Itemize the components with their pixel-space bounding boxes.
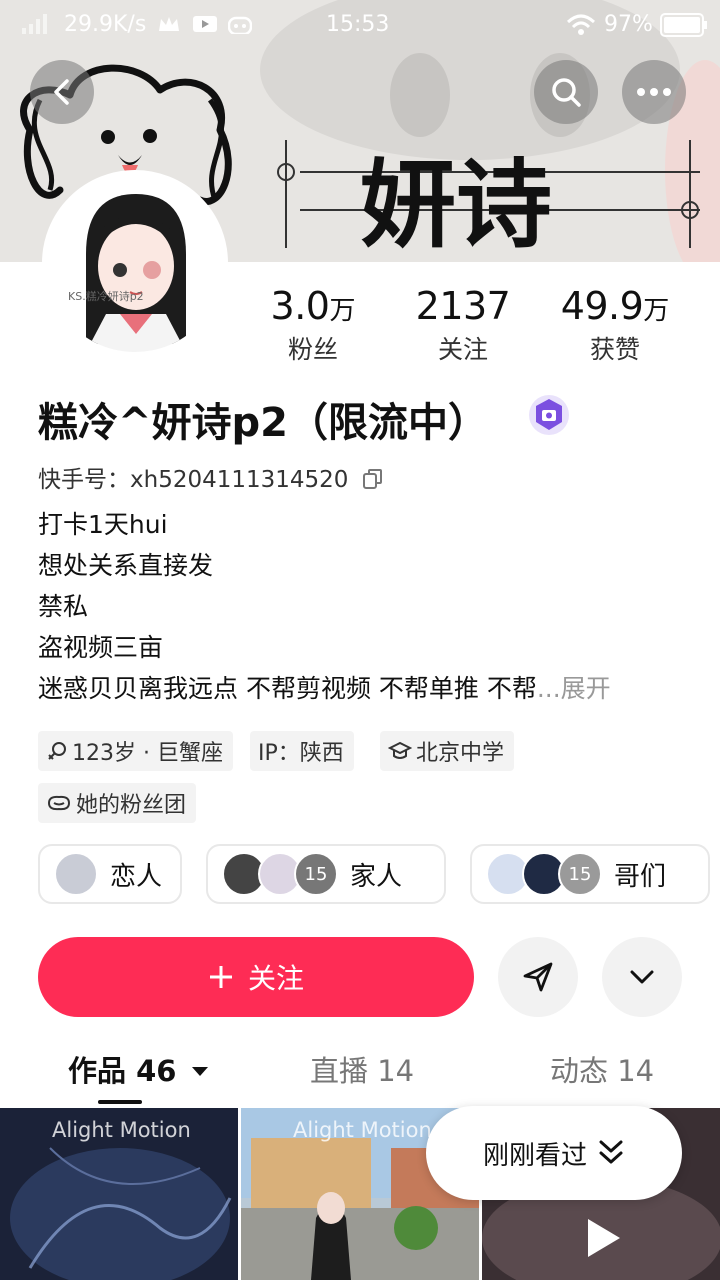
avatar[interactable]: KS.糕冷妍诗p2 [42, 170, 228, 356]
profile-name: 糕冷^妍诗p2（限流中） [38, 400, 488, 446]
status-bar: 29.9K/s 15:53 97% [0, 0, 720, 50]
back-button[interactable] [30, 60, 94, 124]
clock: 15:53 [326, 12, 390, 37]
plus-icon [209, 966, 232, 988]
tag-age: 123岁 · 巨蟹座 [38, 731, 233, 771]
relation-count: 15 [558, 852, 602, 896]
relation-lover[interactable]: 恋人 [38, 844, 182, 904]
crown-icon [159, 17, 179, 31]
relation-buddies[interactable]: 15 哥们 [470, 844, 710, 904]
bio-line: 迷惑贝贝离我远点 不帮剪视频 不帮单推 不帮 [38, 674, 537, 703]
follow-label: 关注 [247, 962, 304, 995]
recently-viewed-button[interactable]: 刚刚看过 [426, 1106, 682, 1200]
tag-ip-text: IP：陕西 [258, 741, 344, 766]
banner-title: 妍诗 [360, 149, 552, 261]
chevron-left-icon [54, 79, 69, 105]
stat-fans[interactable]: 3.0万 粉丝 [238, 284, 388, 366]
watermark: Alight Motion [293, 1118, 432, 1142]
bio-line: 打卡1天hui [38, 510, 168, 539]
follow-button[interactable]: 关注 [38, 937, 474, 1017]
relation-avatar [54, 852, 98, 896]
avatar-illustration: KS.糕冷妍诗p2 [46, 174, 224, 352]
stat-likes[interactable]: 49.9万 获赞 [540, 284, 690, 366]
relation-family[interactable]: 15 家人 [206, 844, 446, 904]
video-icon [193, 16, 217, 32]
copy-icon[interactable] [362, 468, 384, 490]
stat-unit: 万 [329, 296, 356, 326]
caret-down-icon [191, 1067, 208, 1076]
cat-app-icon [228, 16, 252, 34]
stat-value: 3.0 [270, 284, 330, 328]
tag-school-text: 北京中学 [416, 741, 505, 766]
relation-label: 恋人 [110, 861, 163, 892]
tab-dynamic[interactable]: 动态 14 [550, 1048, 654, 1090]
stat-label: 粉丝 [287, 335, 338, 364]
send-message-button[interactable] [498, 937, 578, 1017]
relation-label: 哥们 [614, 861, 667, 892]
battery-percent: 97% [604, 12, 653, 37]
relation-count: 15 [294, 852, 338, 896]
expand-link[interactable]: ...展开 [537, 674, 611, 703]
expand-button[interactable] [602, 937, 682, 1017]
profile-bio: 打卡1天hui 想处关系直接发 禁私 盗视频三亩 迷惑贝贝离我远点 不帮剪视频 … [38, 504, 698, 709]
tag-fan-club-text: 她的粉丝团 [76, 793, 187, 818]
bio-line: 禁私 [38, 592, 89, 621]
tab-works-label: 作品 46 [68, 1054, 177, 1088]
kuaishou-id-row[interactable]: 快手号：xh5204111314520 [38, 460, 384, 494]
battery-icon [660, 13, 707, 37]
tab-live[interactable]: 直播 14 [310, 1048, 414, 1090]
play-icon [588, 1219, 620, 1257]
more-button[interactable] [622, 60, 686, 124]
stat-label: 获赞 [589, 335, 640, 364]
bio-line: 想处关系直接发 [38, 551, 214, 580]
video-thumb-1[interactable]: Alight Motion [0, 1108, 238, 1280]
tag-school: 北京中学 [380, 731, 515, 771]
search-icon [552, 78, 581, 107]
stat-value: 2137 [415, 284, 511, 328]
tag-fan-club[interactable]: 她的粉丝团 [38, 783, 197, 823]
send-icon [523, 962, 553, 992]
kuaishou-id: 快手号：xh5204111314520 [38, 467, 349, 493]
bio-line: 盗视频三亩 [38, 633, 164, 662]
relation-label: 家人 [350, 861, 403, 892]
tab-indicator [98, 1100, 142, 1104]
school-icon [388, 741, 412, 759]
recently-viewed-label: 刚刚看过 [482, 1140, 587, 1171]
double-chevron-down-icon [599, 1140, 623, 1164]
bio-line-last: 迷惑贝贝离我远点 不帮剪视频 不帮单推 不帮...展开 [38, 668, 698, 709]
stat-unit: 万 [643, 296, 670, 326]
network-speed: 29.9K/s [64, 12, 147, 37]
search-button[interactable] [534, 60, 598, 124]
verified-badge-icon[interactable] [528, 394, 570, 436]
stat-following[interactable]: 2137 关注 [388, 284, 538, 366]
fan-club-icon [47, 795, 71, 811]
tag-age-text: 123岁 · 巨蟹座 [72, 741, 223, 766]
chevron-down-icon [630, 970, 654, 984]
signal-icon [22, 14, 47, 34]
more-dots-icon [637, 88, 671, 96]
gender-icon [48, 742, 66, 760]
wifi-icon [566, 14, 596, 35]
tag-ip: IP：陕西 [250, 731, 354, 771]
stat-value: 49.9 [560, 284, 644, 328]
stat-label: 关注 [437, 335, 488, 364]
tab-works[interactable]: 作品 46 [68, 1048, 209, 1090]
watermark: Alight Motion [52, 1118, 191, 1142]
avatar-caption: KS.糕冷妍诗p2 [68, 289, 144, 303]
